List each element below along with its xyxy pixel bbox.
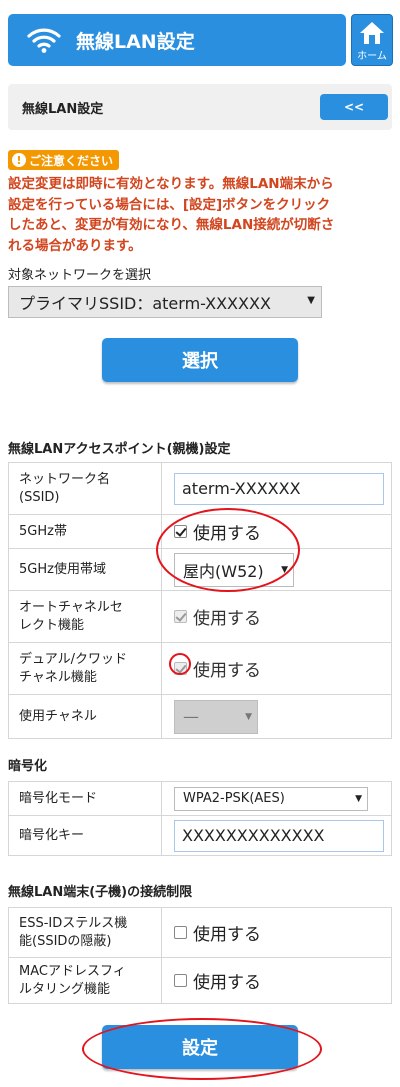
auto-channel-cell: 使用する xyxy=(161,590,392,643)
restriction-title: 無線LAN端末(子機)の接続制限 xyxy=(8,885,193,900)
restriction-table: ESS-IDステルス機 能(SSIDの隠蔽) 使用する MACアドレスフィ ルタ… xyxy=(8,907,392,1004)
dual-quad-label: デュアル/クワッド チャネル機能 xyxy=(8,642,162,695)
table-row: 暗号化モード WPA2-PSK(AES) ▼ xyxy=(8,781,392,816)
network-select-label: 対象ネットワークを選択 xyxy=(8,268,152,283)
table-row: ESS-IDステルス機 能(SSIDの隠蔽) 使用する xyxy=(8,907,392,958)
table-row: ネットワーク名 (SSID) aterm-XXXXXX xyxy=(8,462,392,515)
table-row: 使用チャネル — ▼ xyxy=(8,694,392,739)
label-line: チャネル機能 xyxy=(19,669,97,685)
table-row: MACアドレスフィ ルタリング機能 使用する xyxy=(8,957,392,1004)
ap-settings-title: 無線LANアクセスポイント(親機)設定 xyxy=(8,442,231,457)
essid-stealth-checkbox[interactable] xyxy=(174,926,187,939)
channel-label: 使用チャネル xyxy=(8,694,162,739)
highlight-oval xyxy=(156,508,300,592)
label-line: レクト機能 xyxy=(19,617,85,633)
mac-filter-cell: 使用する xyxy=(161,957,392,1004)
back-button[interactable]: << xyxy=(320,94,388,120)
caution-line: したあと、変更が有効になり、無線LAN接続が切断さ xyxy=(8,217,335,233)
label-line: オートチャネルセ xyxy=(19,599,123,615)
encryption-mode-label: 暗号化モード xyxy=(8,781,162,816)
channel-value: — xyxy=(183,707,199,726)
ssid-input[interactable]: aterm-XXXXXX xyxy=(174,472,384,505)
highlight-oval xyxy=(169,653,191,675)
channel-cell: — ▼ xyxy=(161,694,392,739)
auto-channel-checkbox-label: 使用する xyxy=(193,609,261,629)
dropdown-arrow-icon: ▼ xyxy=(245,711,252,722)
essid-stealth-cell: 使用する xyxy=(161,907,392,958)
encryption-title: 暗号化 xyxy=(8,759,48,774)
table-row: 暗号化キー XXXXXXXXXXXXX xyxy=(8,815,392,856)
band5-label: 5GHz帯 xyxy=(8,514,162,549)
highlight-oval xyxy=(82,1018,322,1080)
dual-quad-checkbox-label: 使用する xyxy=(193,661,261,681)
home-label: ホーム xyxy=(357,51,387,62)
label-line: MACアドレスフィ xyxy=(19,963,126,979)
caution-line: 設定変更は即時に有効となります。無線LAN端末から xyxy=(8,176,334,192)
essid-stealth-label: ESS-IDステルス機 能(SSIDの隠蔽) xyxy=(8,907,162,958)
encryption-mode-select[interactable]: WPA2-PSK(AES) ▼ xyxy=(174,786,368,811)
mac-filter-checkbox-label: 使用する xyxy=(193,973,261,993)
network-select[interactable]: プライマリSSID：aterm-XXXXXX ▼ xyxy=(8,286,322,318)
title-bar: 無線LAN設定 xyxy=(8,14,346,66)
encryption-table: 暗号化モード WPA2-PSK(AES) ▼ 暗号化キー XXXXXXXXXXX… xyxy=(8,781,392,856)
exclamation-icon: ! xyxy=(12,153,26,167)
label-line: 能(SSIDの隠蔽) xyxy=(19,933,112,949)
home-button[interactable]: ホーム xyxy=(351,14,393,66)
auto-channel-checkbox[interactable] xyxy=(174,610,187,623)
caution-badge: ! ご注意ください xyxy=(8,150,120,170)
encryption-key-cell: XXXXXXXXXXXXX xyxy=(161,815,392,856)
encryption-mode-value: WPA2-PSK(AES) xyxy=(183,791,285,806)
section-header: 無線LAN設定 << xyxy=(8,84,392,130)
wifi-icon xyxy=(27,28,61,53)
ssid-label: ネットワーク名 (SSID) xyxy=(8,462,162,515)
label-line: ルタリング機能 xyxy=(19,981,111,997)
dropdown-arrow-icon: ▼ xyxy=(307,295,315,306)
select-button[interactable]: 選択 xyxy=(102,338,298,382)
essid-stealth-checkbox-label: 使用する xyxy=(193,925,261,945)
encryption-key-input[interactable]: XXXXXXXXXXXXX xyxy=(174,819,384,852)
caution-line: れる場合があります。 xyxy=(8,237,142,254)
dual-quad-cell: 使用する xyxy=(161,642,392,695)
caution-badge-label: ご注意ください xyxy=(29,153,114,168)
auto-channel-label: オートチャネルセ レクト機能 xyxy=(8,590,162,643)
label-line: デュアル/クワッド xyxy=(19,651,127,667)
page-title: 無線LAN設定 xyxy=(76,30,195,53)
home-icon xyxy=(360,22,384,44)
table-row: デュアル/クワッド チャネル機能 使用する xyxy=(8,642,392,695)
label-line: ネットワーク名 xyxy=(19,471,111,487)
network-select-value: プライマリSSID：aterm-XXXXXX xyxy=(19,294,271,313)
table-row: オートチャネルセ レクト機能 使用する xyxy=(8,590,392,643)
band5-range-label: 5GHz使用帯域 xyxy=(8,548,162,591)
mac-filter-checkbox[interactable] xyxy=(174,974,187,987)
dropdown-arrow-icon: ▼ xyxy=(355,793,362,804)
caution-message: 設定変更は即時に有効となります。無線LAN端末から 設定を行っている場合には、[… xyxy=(8,174,392,256)
label-line: (SSID) xyxy=(19,489,60,505)
caution-line: 設定を行っている場合には、[設定]ボタンをクリック xyxy=(8,196,331,213)
mac-filter-label: MACアドレスフィ ルタリング機能 xyxy=(8,957,162,1004)
channel-select[interactable]: — ▼ xyxy=(174,699,258,734)
label-line: ESS-IDステルス機 xyxy=(19,915,128,931)
encryption-key-label: 暗号化キー xyxy=(8,815,162,856)
ap-settings-table: ネットワーク名 (SSID) aterm-XXXXXX 5GHz帯 使用する 5… xyxy=(8,462,392,739)
section-header-label: 無線LAN設定 xyxy=(22,101,104,117)
ssid-cell: aterm-XXXXXX xyxy=(161,462,392,515)
encryption-mode-cell: WPA2-PSK(AES) ▼ xyxy=(161,781,392,816)
